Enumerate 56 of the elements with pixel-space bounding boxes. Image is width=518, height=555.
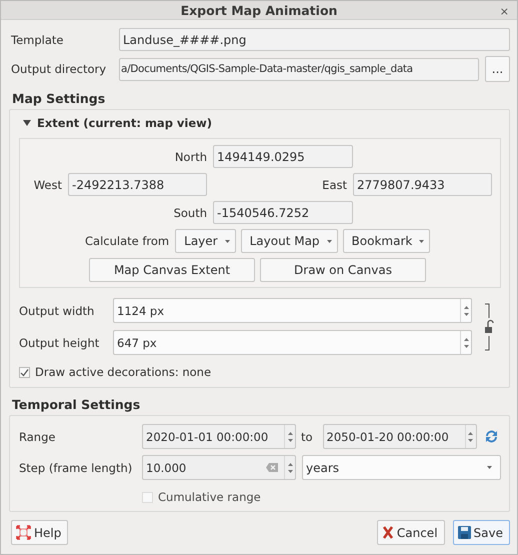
spinner-arrows-icon[interactable] bbox=[462, 336, 470, 350]
extent-toggle[interactable]: Extent (current: map view) bbox=[19, 112, 501, 131]
help-button[interactable]: Help bbox=[11, 520, 68, 545]
cancel-button[interactable]: Cancel bbox=[376, 520, 445, 545]
north-label: North bbox=[174, 150, 207, 164]
checkbox[interactable] bbox=[19, 366, 30, 378]
spinner-arrows-icon[interactable] bbox=[462, 304, 470, 318]
save-button[interactable]: Save bbox=[452, 520, 510, 545]
north-field[interactable]: 1494149.0295 bbox=[213, 145, 353, 168]
caret-icon bbox=[487, 466, 492, 469]
clear-icon[interactable] bbox=[266, 463, 278, 472]
range-label: Range bbox=[19, 430, 56, 444]
south-label: South bbox=[172, 206, 207, 220]
section-title: Temporal Settings bbox=[12, 397, 142, 412]
unit-dropdown[interactable]: years bbox=[302, 455, 501, 480]
calculate-from-label: Calculate from bbox=[85, 234, 170, 248]
action-button[interactable]: Draw on Canvas bbox=[260, 258, 426, 282]
west-field[interactable]: -2492213.7388 bbox=[68, 173, 208, 196]
template-field[interactable]: Landuse_####.png bbox=[119, 28, 510, 51]
spinner-arrows-icon[interactable] bbox=[286, 460, 294, 474]
save-icon bbox=[458, 526, 471, 539]
spin-box[interactable]: 2020-01-01 00:00:00 bbox=[142, 424, 296, 449]
east-field[interactable]: 2779807.9433 bbox=[353, 173, 492, 196]
output-height-label: Output height bbox=[19, 336, 100, 350]
caret-icon bbox=[326, 240, 332, 242]
checkbox-label: Cumulative range bbox=[158, 490, 261, 504]
spin-box[interactable]: 2050-01-20 00:00:00 bbox=[322, 424, 477, 449]
south-field[interactable]: -1540546.7252 bbox=[213, 201, 353, 224]
action-button[interactable]: Map Canvas Extent bbox=[89, 258, 255, 282]
checkbox-label: Draw active decorations: none bbox=[35, 365, 212, 379]
caret-icon bbox=[224, 240, 230, 242]
spin-box[interactable]: 647 px bbox=[113, 330, 472, 355]
browse-button[interactable]: ... bbox=[485, 56, 510, 82]
spinner-arrows-icon[interactable] bbox=[467, 430, 474, 444]
dropdown-button[interactable]: Layout Map bbox=[240, 229, 338, 253]
close-button[interactable]: × bbox=[500, 5, 509, 18]
window-title: Export Map Animation bbox=[180, 2, 338, 18]
caret-icon bbox=[419, 240, 424, 242]
output-directory-label: Output directory bbox=[11, 62, 108, 76]
spin-box[interactable]: 10.000 bbox=[142, 455, 296, 480]
spinner-arrows-icon[interactable] bbox=[286, 430, 294, 444]
help-icon bbox=[16, 525, 31, 540]
triangle-down-icon bbox=[23, 119, 31, 127]
output-width-label: Output width bbox=[19, 304, 96, 318]
section-title: Map Settings bbox=[12, 91, 106, 106]
template-label: Template bbox=[11, 32, 64, 46]
step-label: Step (frame length) bbox=[19, 460, 134, 474]
dropdown-button[interactable]: Layer bbox=[175, 229, 236, 253]
west-label: West bbox=[32, 178, 62, 192]
spin-box[interactable]: 1124 px bbox=[113, 298, 472, 323]
output-directory-field[interactable]: a/Documents/QGIS-Sample-Data-master/qgis_sample_data bbox=[119, 58, 479, 80]
dropdown-button[interactable]: Bookmark bbox=[342, 229, 430, 253]
refresh-icon[interactable] bbox=[484, 430, 498, 443]
east-label: East bbox=[321, 178, 347, 192]
cancel-icon bbox=[382, 526, 394, 539]
to-label: to bbox=[301, 430, 313, 444]
